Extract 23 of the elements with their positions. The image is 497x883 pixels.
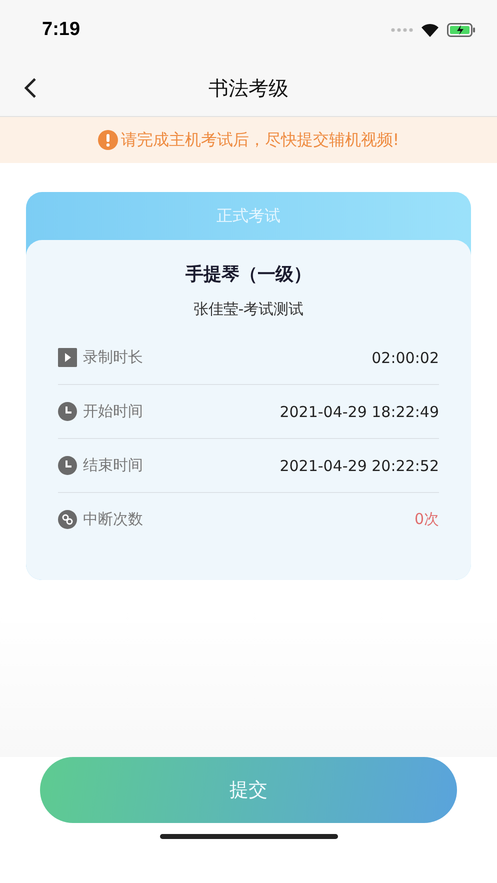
page-title: 书法考级	[208, 74, 288, 102]
row-value: 2021-04-29 20:22:52	[280, 456, 439, 474]
row-label: 录制时长	[83, 348, 144, 367]
warning-icon	[98, 130, 118, 150]
wifi-icon	[421, 23, 439, 37]
link-icon	[58, 510, 77, 529]
exam-subtitle: 张佳莹-考试测试	[193, 300, 304, 319]
play-icon	[58, 348, 77, 367]
notice-text: 请完成主机考试后，尽快提交辅机视频!	[120, 130, 400, 150]
row-value: 0次	[414, 510, 439, 529]
exam-title: 手提琴（一级）	[186, 263, 312, 286]
battery-icon	[447, 23, 475, 37]
row-label: 结束时间	[83, 456, 144, 475]
signal-icon	[391, 28, 413, 32]
submit-button[interactable]: 提交	[40, 757, 457, 823]
row-label: 中断次数	[83, 510, 144, 529]
clock-icon	[58, 402, 77, 421]
card-header: 正式考试	[216, 206, 280, 226]
status-time: 7:19	[42, 19, 80, 41]
row-value: 2021-04-29 18:22:49	[280, 402, 439, 420]
clock-icon	[58, 456, 77, 475]
row-label: 开始时间	[83, 402, 144, 421]
row-value: 02:00:02	[372, 348, 439, 366]
